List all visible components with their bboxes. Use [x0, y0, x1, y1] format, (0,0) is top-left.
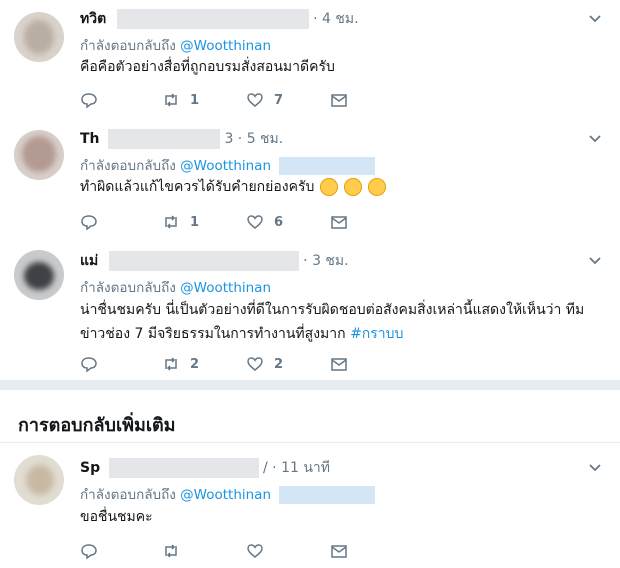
retweet-button[interactable]: 2 — [162, 354, 199, 374]
reply-icon — [81, 544, 97, 560]
reply-button[interactable] — [80, 90, 98, 110]
reply-button[interactable] — [80, 212, 98, 232]
retweet-button[interactable]: 1 — [162, 90, 199, 110]
tweet-time[interactable]: · 3 ชม. — [303, 253, 348, 269]
replying-to-label: กำลังตอบกลับถึง — [80, 38, 176, 54]
chevron-down-icon[interactable] — [588, 461, 602, 475]
tweet-time[interactable]: / · 11 นาที — [263, 460, 330, 476]
more-replies-heading: การตอบกลับเพิ่มเติม — [18, 415, 176, 436]
clapping-hands-emoji — [368, 178, 387, 196]
blurred-username — [108, 458, 259, 478]
blurred-handle — [279, 157, 376, 175]
replying-to-handle[interactable]: @Woot​thinan — [180, 158, 271, 174]
retweet-count: 1 — [190, 214, 200, 230]
retweet-icon — [165, 357, 177, 371]
reply-icon — [81, 93, 97, 109]
blurred-username — [107, 129, 220, 149]
chevron-down-icon[interactable] — [588, 254, 602, 268]
blurred-handle — [279, 486, 376, 504]
tweet[interactable]: ทวิต · 4 ชม. กำลังตอบกลับถึง @Woot​thina… — [0, 0, 620, 119]
avatar[interactable] — [14, 250, 64, 300]
author-name[interactable]: Sp — [80, 460, 100, 476]
envelope-icon — [331, 545, 347, 558]
chevron-down-icon[interactable] — [588, 12, 602, 26]
like-button[interactable]: 2 — [246, 354, 283, 374]
retweet-count: 2 — [190, 356, 200, 372]
envelope-icon — [331, 358, 347, 371]
clapping-hands-emoji — [344, 178, 363, 196]
author-name[interactable]: Th — [80, 131, 100, 147]
retweet-count: 1 — [190, 92, 200, 108]
envelope-icon — [331, 216, 347, 229]
tweet-text: น่าชื่นชมครับ นี่เป็นตัวอย่างที่ดีในการร… — [80, 302, 585, 342]
reply-icon — [81, 357, 97, 373]
chevron-down-icon[interactable] — [588, 132, 602, 146]
like-button[interactable]: 7 — [246, 90, 283, 110]
replying-to-label: กำลังตอบกลับถึง — [80, 280, 176, 296]
hashtag-link[interactable]: #กราบบ — [350, 326, 403, 342]
retweet-icon — [165, 544, 177, 558]
direct-message-button[interactable] — [330, 212, 348, 232]
reply-icon — [81, 215, 97, 231]
like-count: 6 — [274, 214, 284, 230]
retweet-button[interactable] — [162, 541, 180, 561]
like-button[interactable] — [246, 541, 264, 561]
tweet[interactable]: Th 3 · 5 ชม. กำลังตอบกลับถึง @Woot​thina… — [0, 118, 620, 239]
heart-icon — [247, 544, 263, 558]
direct-message-button[interactable] — [330, 354, 348, 374]
reply-button[interactable] — [80, 541, 98, 561]
heart-icon — [247, 357, 263, 371]
retweet-icon — [165, 215, 177, 229]
clapping-hands-emoji — [320, 178, 339, 196]
like-count: 7 — [274, 92, 284, 108]
heart-icon — [247, 215, 263, 229]
section-separator — [0, 380, 620, 390]
replying-to-handle[interactable]: @Woot​thinan — [180, 280, 271, 296]
replying-to-handle[interactable]: @Woot​thinan — [180, 487, 271, 503]
reply-button[interactable] — [80, 354, 98, 374]
retweet-icon — [165, 93, 177, 107]
retweet-button[interactable]: 1 — [162, 212, 199, 232]
author-name[interactable]: แม่ — [80, 253, 98, 269]
replying-to-handle[interactable]: @Woot​thinan — [180, 38, 271, 54]
direct-message-button[interactable] — [330, 90, 348, 110]
tweet-time[interactable]: 3 · 5 ชม. — [224, 131, 283, 147]
replying-to-label: กำลังตอบกลับถึง — [80, 158, 176, 174]
tweet-text: คือคือตัวอย่างสื่อที่ถูกอบรมสั่งสอนมาดีค… — [80, 59, 335, 75]
envelope-icon — [331, 94, 347, 107]
blurred-username — [116, 9, 309, 29]
avatar[interactable] — [14, 455, 64, 505]
author-name[interactable]: ทวิต — [80, 11, 106, 27]
avatar[interactable] — [14, 12, 64, 62]
tweet-text: ทำผิดแล้วแก้ไขควรได้รับคำยกย่องครับ — [80, 175, 600, 199]
tweet-time[interactable]: · 4 ชม. — [313, 11, 358, 27]
replying-to-label: กำลังตอบกลับถึง — [80, 487, 176, 503]
avatar[interactable] — [14, 130, 64, 180]
like-button[interactable]: 6 — [246, 212, 283, 232]
tweet-text: ขอชื่นชมคะ — [80, 509, 153, 525]
direct-message-button[interactable] — [330, 541, 348, 561]
like-count: 2 — [274, 356, 284, 372]
blurred-username — [108, 251, 299, 271]
tweet[interactable]: แม่ · 3 ชม. กำลังตอบกลับถึง @Woot​thinan… — [0, 238, 620, 380]
heart-icon — [247, 93, 263, 107]
tweet[interactable]: Sp / · 11 นาที กำลังตอบกลับถึง @Woot​thi… — [0, 443, 620, 568]
